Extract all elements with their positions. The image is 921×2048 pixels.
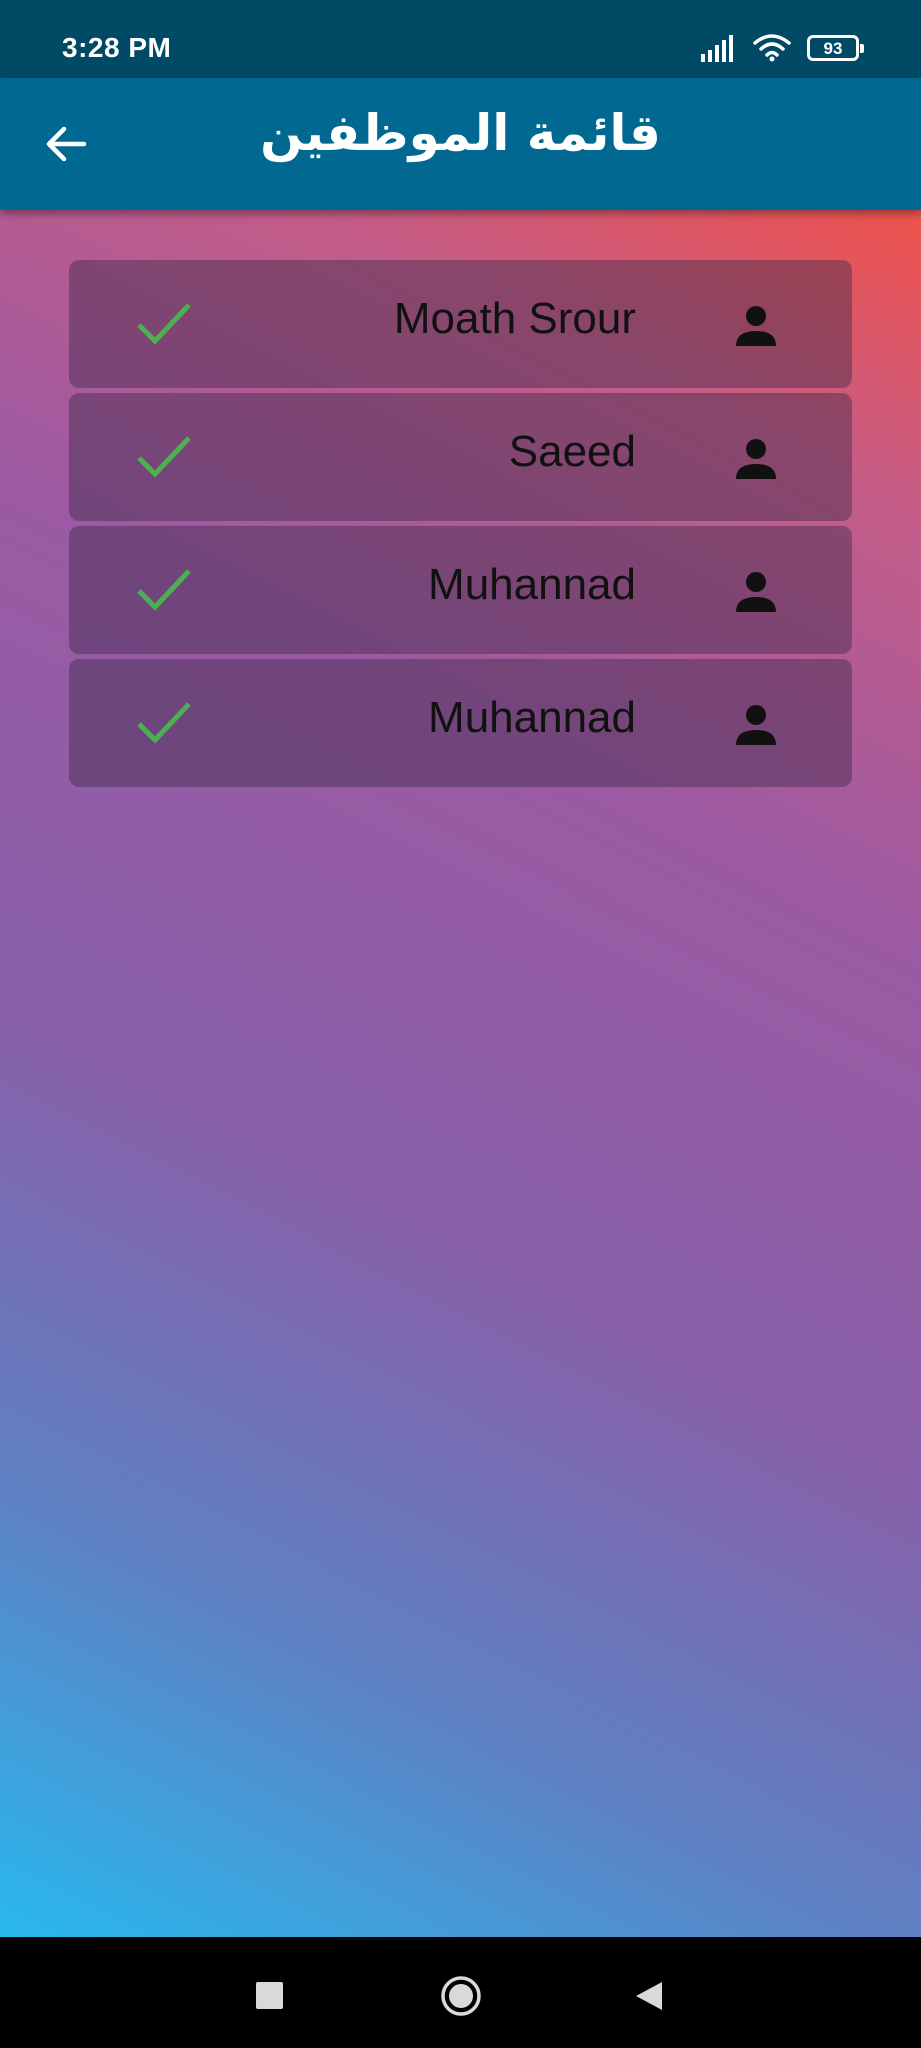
employee-list-item[interactable]: Muhannad — [69, 526, 852, 654]
status-bar: 3:28 PM 93 — [0, 0, 921, 78]
employee-list: Moath Srour Saeed Muhannad Muhannad — [69, 260, 852, 792]
employee-list-item[interactable]: Moath Srour — [69, 260, 852, 388]
person-icon — [736, 572, 776, 612]
recents-square-icon[interactable] — [256, 1982, 283, 2009]
back-triangle-icon[interactable] — [634, 1980, 664, 2012]
employee-list-item[interactable]: Saeed — [69, 393, 852, 521]
person-icon — [736, 306, 776, 346]
battery-level: 93 — [823, 38, 843, 58]
battery-icon: 93 — [807, 35, 864, 61]
check-icon — [137, 702, 191, 744]
employee-name: Muhannad — [428, 560, 636, 609]
employee-name: Saeed — [508, 427, 636, 476]
app-bar: قائمة الموظفين — [0, 78, 921, 210]
check-icon — [137, 303, 191, 345]
check-icon — [137, 436, 191, 478]
employee-list-item[interactable]: Muhannad — [69, 659, 852, 787]
signal-icon — [701, 35, 733, 62]
status-icons: 93 — [701, 34, 864, 62]
employee-list-screen: Moath Srour Saeed Muhannad Muhannad — [0, 210, 921, 1937]
person-icon — [736, 439, 776, 479]
employee-name: Muhannad — [428, 693, 636, 742]
status-time: 3:28 PM — [62, 32, 172, 63]
home-circle-icon[interactable] — [440, 1975, 482, 2017]
page-title: قائمة الموظفين — [260, 104, 661, 162]
employee-name: Moath Srour — [393, 294, 636, 343]
system-nav-bar — [0, 1937, 921, 2048]
person-icon — [736, 705, 776, 745]
wifi-icon — [753, 34, 791, 62]
check-icon — [137, 569, 191, 611]
